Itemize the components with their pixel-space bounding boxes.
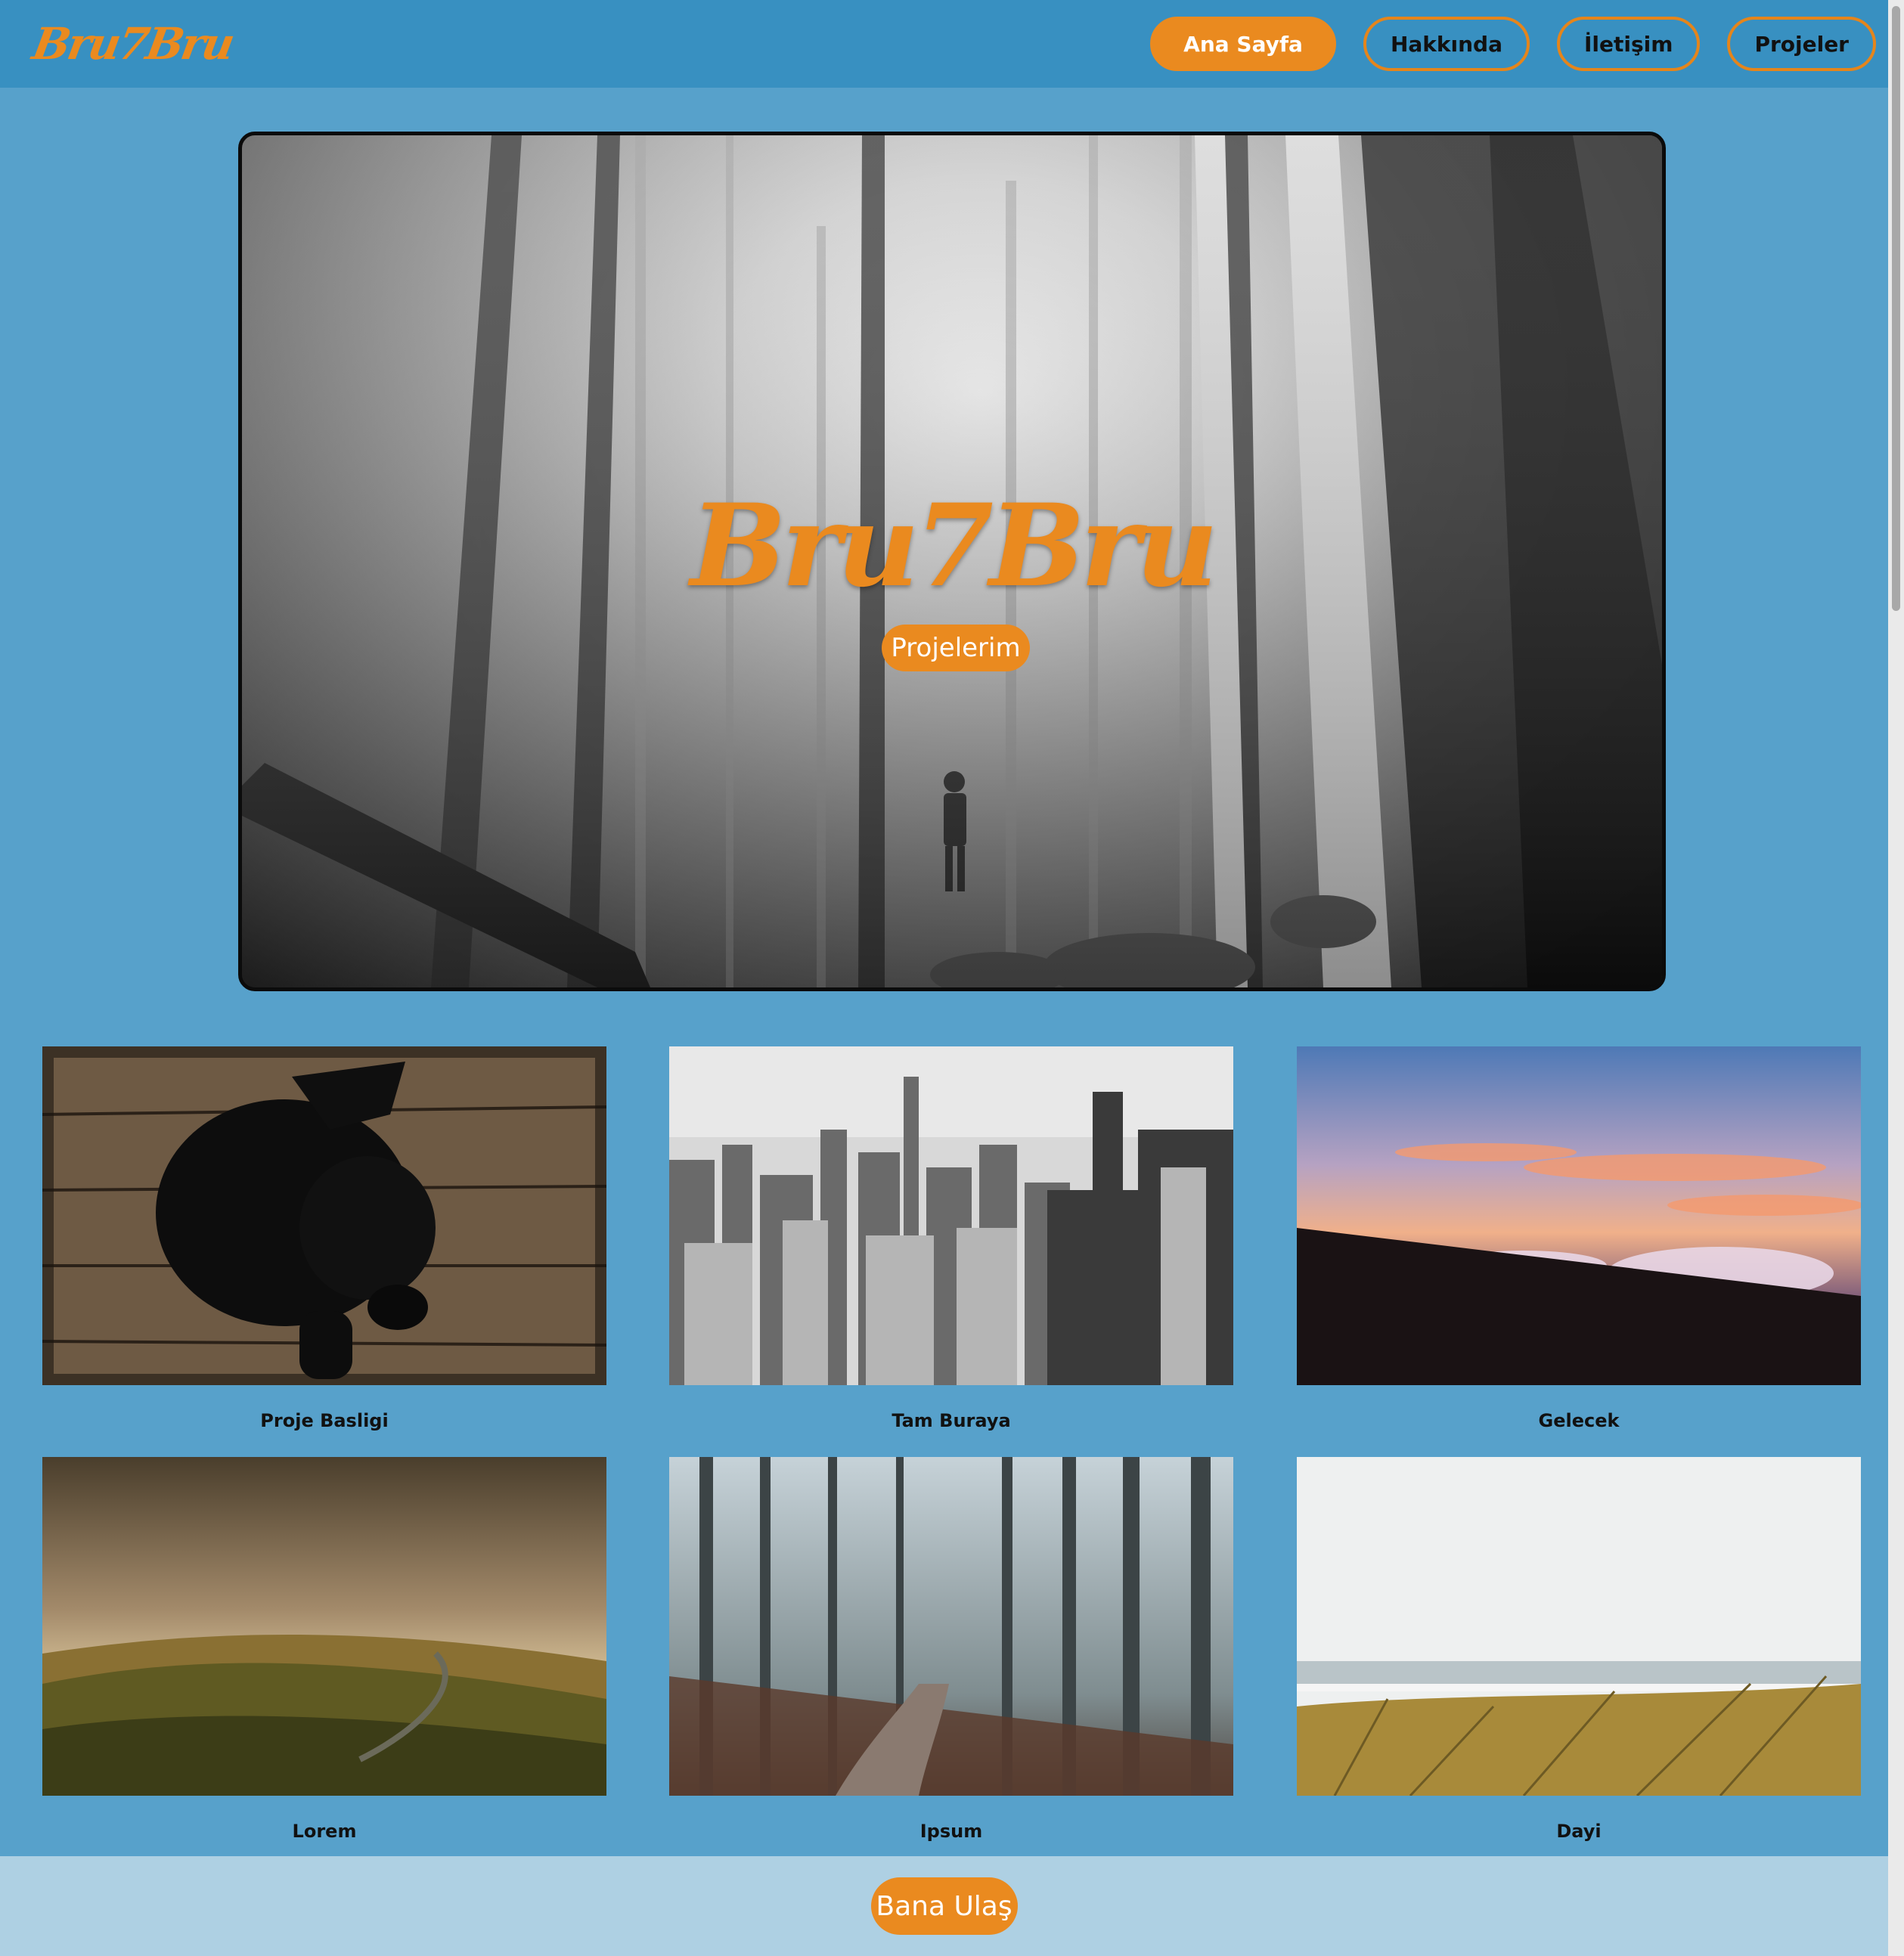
project-card[interactable]: Gelecek (1297, 1046, 1861, 1456)
project-image-sunset[interactable] (1297, 1046, 1861, 1385)
project-card[interactable]: Tam Buraya (669, 1046, 1233, 1456)
nav-about-button[interactable]: Hakkında (1363, 17, 1530, 71)
project-card[interactable]: Proje Basligi (42, 1046, 606, 1456)
scrollbar-thumb[interactable] (1892, 6, 1900, 611)
project-image-beach-grass[interactable] (1297, 1457, 1861, 1796)
project-caption: Proje Basligi (260, 1410, 389, 1431)
project-image-city[interactable] (669, 1046, 1233, 1385)
hero-title: Bru7Bru (690, 479, 1218, 612)
project-caption: Tam Buraya (892, 1410, 1011, 1431)
page: Bru7Bru Ana Sayfa Hakkında İletişim Proj… (0, 0, 1904, 1956)
nav-home-button[interactable]: Ana Sayfa (1150, 17, 1336, 71)
project-card[interactable]: Lorem (42, 1457, 606, 1867)
main-nav: Ana Sayfa Hakkında İletişim Projeler (1150, 17, 1876, 71)
projects-cta-button[interactable]: Projelerim (882, 625, 1030, 671)
project-card[interactable]: Ipsum (669, 1457, 1233, 1867)
project-image-forest-path[interactable] (669, 1457, 1233, 1796)
project-card[interactable]: Dayi (1297, 1457, 1861, 1867)
nav-contact-button[interactable]: İletişim (1557, 17, 1701, 71)
project-image-hills[interactable] (42, 1457, 606, 1796)
site-footer: Bana Ulaş (0, 1856, 1888, 1956)
project-image-puppy[interactable] (42, 1046, 606, 1385)
site-header: Bru7Bru Ana Sayfa Hakkında İletişim Proj… (0, 0, 1888, 88)
page-scrollbar[interactable] (1888, 0, 1904, 1956)
hero-banner: Bru7Bru Projelerim (238, 132, 1666, 991)
contact-me-button[interactable]: Bana Ulaş (870, 1877, 1018, 1935)
site-logo[interactable]: Bru7Bru (29, 18, 237, 70)
project-caption: Gelecek (1538, 1410, 1620, 1431)
nav-projects-button[interactable]: Projeler (1727, 17, 1876, 71)
